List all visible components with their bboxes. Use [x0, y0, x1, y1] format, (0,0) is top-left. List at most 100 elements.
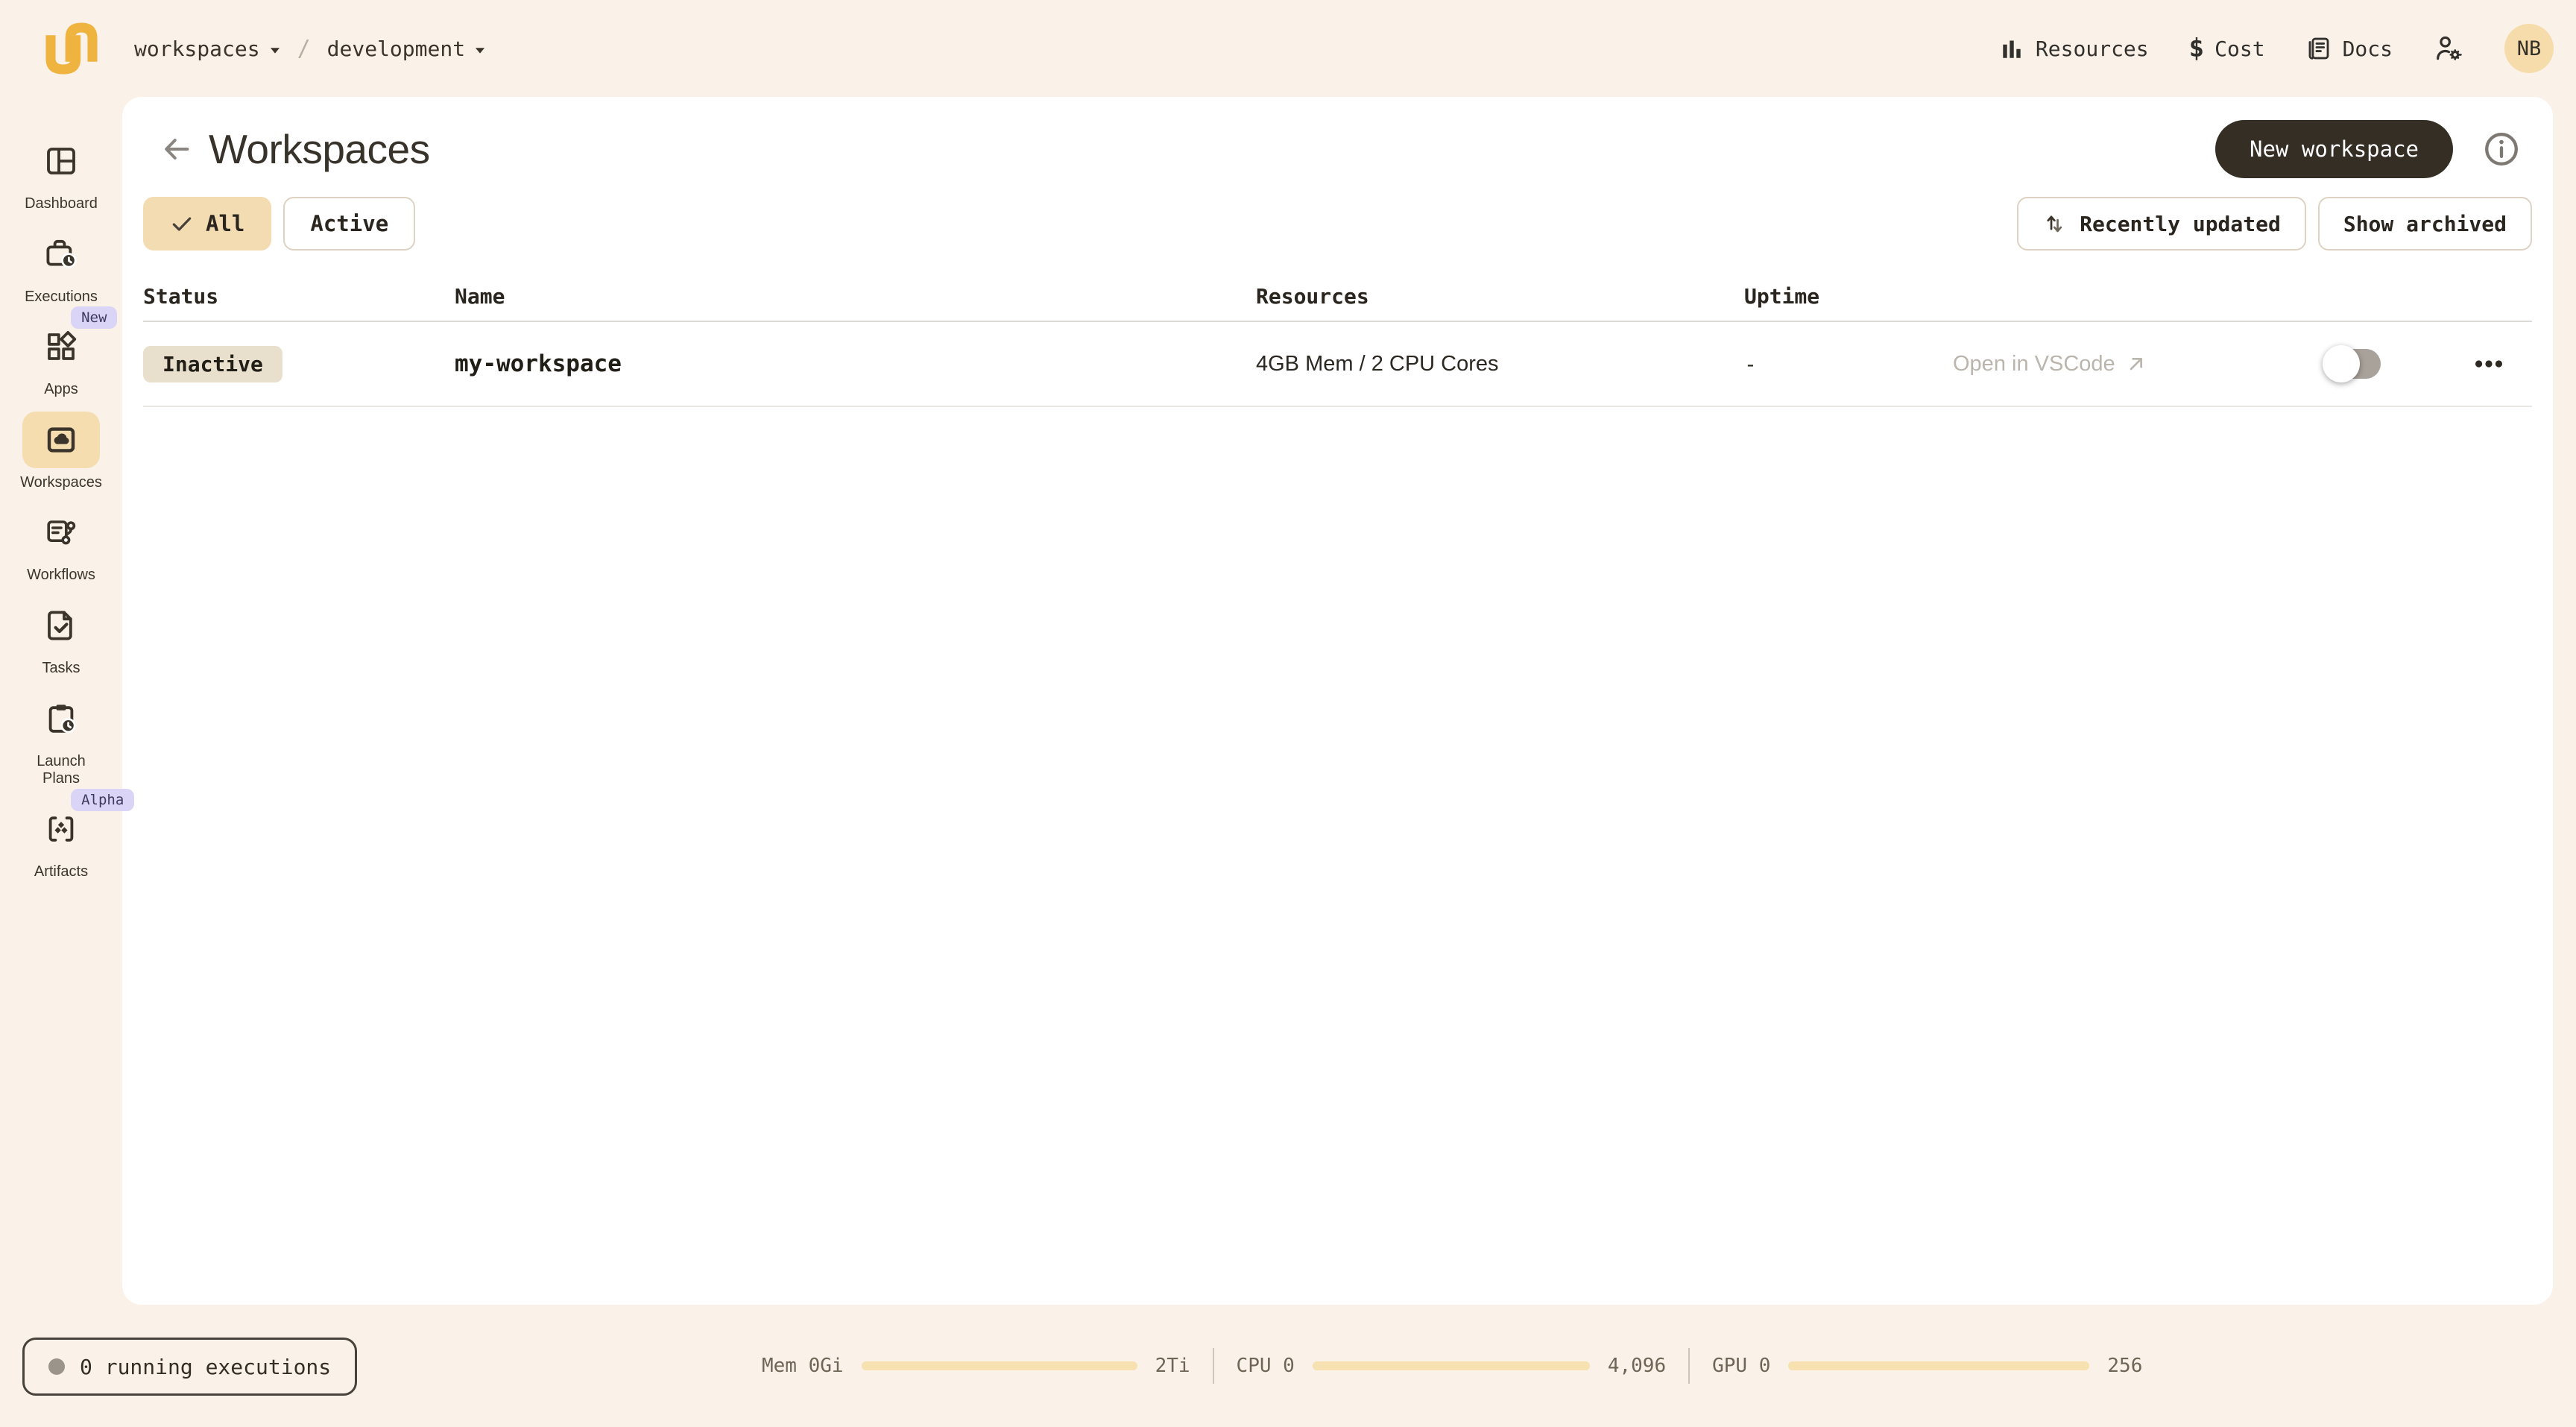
back-arrow-icon[interactable] — [160, 132, 194, 166]
status-dot-icon — [48, 1358, 65, 1375]
sort-button[interactable]: Recently updated — [2017, 197, 2306, 251]
capacity-meters: Mem 0Gi 2Ti CPU 0 4,096 GPU 0 256 — [762, 1305, 2142, 1427]
open-in-vscode-link[interactable]: Open in VSCode — [1953, 352, 2326, 377]
workspace-uptime: - — [1744, 352, 1953, 377]
sidebar: Dashboard Executions New Apps Workspaces — [0, 97, 122, 1427]
artifacts-icon — [43, 811, 79, 847]
info-icon[interactable] — [2481, 129, 2522, 169]
column-resources: Resources — [1256, 284, 1744, 309]
table-row[interactable]: Inactive my-workspace 4GB Mem / 2 CPU Co… — [143, 322, 2532, 407]
filter-all-label: All — [206, 211, 244, 236]
sidebar-item-label: Apps — [44, 381, 78, 399]
sidebar-item-label: Tasks — [42, 660, 80, 678]
sidebar-item-label: Dashboard — [25, 195, 98, 213]
nav-docs-label: Docs — [2343, 37, 2393, 61]
column-status: Status — [143, 284, 455, 309]
union-logo[interactable] — [40, 17, 103, 80]
running-executions-button[interactable]: 0 running executions — [22, 1338, 357, 1396]
mem-meter-label: Mem 0Gi — [762, 1355, 844, 1377]
breadcrumb-separator: / — [297, 36, 311, 62]
cpu-meter: CPU 0 4,096 — [1237, 1355, 1667, 1377]
executions-icon — [43, 236, 79, 272]
dashboard-icon — [43, 143, 79, 179]
sidebar-item-dashboard[interactable]: Dashboard — [0, 133, 122, 213]
alpha-badge: Alpha — [71, 789, 134, 811]
user-gear-icon — [2433, 33, 2464, 64]
workspace-toggle[interactable] — [2326, 349, 2381, 379]
mem-meter-bar — [862, 1361, 1137, 1370]
column-name: Name — [455, 284, 1256, 309]
mem-meter: Mem 0Gi 2Ti — [762, 1355, 1190, 1377]
breadcrumb: workspaces / development — [134, 36, 486, 62]
mem-meter-max: 2Ti — [1155, 1355, 1190, 1377]
gpu-meter-max: 256 — [2107, 1355, 2142, 1377]
meter-divider — [1213, 1348, 1214, 1384]
breadcrumb-project-label: workspaces — [134, 37, 260, 61]
new-workspace-button[interactable]: New workspace — [2215, 120, 2453, 178]
workspace-name[interactable]: my-workspace — [455, 350, 1256, 377]
avatar[interactable]: NB — [2504, 24, 2554, 73]
sidebar-item-label: Workspaces — [20, 474, 102, 492]
nav-docs[interactable]: Docs — [2305, 35, 2393, 62]
sidebar-item-label: Artifacts — [34, 863, 88, 881]
statusbar: 0 running executions Mem 0Gi 2Ti CPU 0 4… — [0, 1305, 2576, 1427]
ellipsis-icon — [2472, 347, 2506, 381]
sidebar-item-label: Workflows — [27, 567, 95, 585]
tasks-icon — [43, 608, 79, 643]
sort-arrows-icon — [2042, 211, 2068, 236]
page-header: Workspaces New workspace — [143, 116, 2532, 182]
check-icon — [170, 212, 194, 236]
nav-resources-label: Resources — [2036, 37, 2149, 61]
open-in-vscode-label: Open in VSCode — [1953, 352, 2115, 377]
sort-button-label: Recently updated — [2080, 212, 2281, 236]
row-menu-button[interactable] — [2472, 347, 2506, 381]
sidebar-item-executions[interactable]: Executions — [0, 226, 122, 306]
gpu-meter-label: GPU 0 — [1712, 1355, 1770, 1377]
sidebar-item-artifacts[interactable]: Alpha Artifacts — [0, 801, 122, 881]
chevron-down-icon — [474, 46, 486, 54]
filter-all-chip[interactable]: All — [143, 197, 271, 251]
cpu-meter-bar — [1313, 1361, 1590, 1370]
meter-divider — [1688, 1348, 1690, 1384]
new-badge: New — [71, 306, 117, 329]
nav-resources[interactable]: Resources — [1998, 35, 2149, 62]
bar-chart-icon — [1998, 35, 2025, 62]
sidebar-item-label: Launch Plans — [19, 753, 103, 788]
cpu-meter-max: 4,096 — [1608, 1355, 1666, 1377]
user-admin-button[interactable] — [2433, 33, 2464, 64]
breadcrumb-domain-label: development — [327, 37, 465, 61]
breadcrumb-project[interactable]: workspaces — [134, 37, 281, 61]
table-header: Status Name Resources Uptime — [143, 271, 2532, 322]
running-executions-label: 0 running executions — [80, 1355, 331, 1379]
docs-icon — [2305, 35, 2332, 62]
workspaces-icon — [43, 422, 79, 458]
status-badge: Inactive — [143, 346, 282, 382]
sidebar-item-tasks[interactable]: Tasks — [0, 597, 122, 678]
gpu-meter: GPU 0 256 — [1712, 1355, 2142, 1377]
toggle-thumb — [2323, 345, 2360, 382]
breadcrumb-domain[interactable]: development — [327, 37, 486, 61]
sidebar-item-workspaces[interactable]: Workspaces — [0, 412, 122, 492]
sidebar-item-workflows[interactable]: Workflows — [0, 504, 122, 585]
filter-active-label: Active — [310, 211, 388, 236]
gpu-meter-bar — [1788, 1361, 2089, 1370]
chevron-down-icon — [269, 46, 281, 54]
workspace-resources: 4GB Mem / 2 CPU Cores — [1256, 352, 1744, 377]
workspaces-panel: Workspaces New workspace All Active Rece… — [122, 97, 2553, 1305]
nav-cost[interactable]: $ Cost — [2189, 34, 2265, 63]
sidebar-item-launch-plans[interactable]: Launch Plans — [0, 690, 122, 788]
workflows-icon — [43, 514, 79, 550]
show-archived-button[interactable]: Show archived — [2318, 197, 2532, 251]
sidebar-item-apps[interactable]: New Apps — [0, 318, 122, 399]
dollar-icon: $ — [2189, 34, 2204, 63]
external-link-icon — [2124, 352, 2148, 376]
topnav: Resources $ Cost Docs NB — [1998, 24, 2554, 73]
sidebar-item-label: Executions — [25, 289, 98, 306]
column-uptime: Uptime — [1744, 284, 1953, 309]
topbar: workspaces / development Resources $ Cos… — [0, 0, 2576, 97]
nav-cost-label: Cost — [2214, 37, 2264, 61]
filter-active-chip[interactable]: Active — [283, 197, 415, 251]
cpu-meter-label: CPU 0 — [1237, 1355, 1295, 1377]
workspaces-table: Status Name Resources Uptime Inactive my… — [143, 271, 2532, 407]
launch-plans-icon — [43, 701, 79, 737]
